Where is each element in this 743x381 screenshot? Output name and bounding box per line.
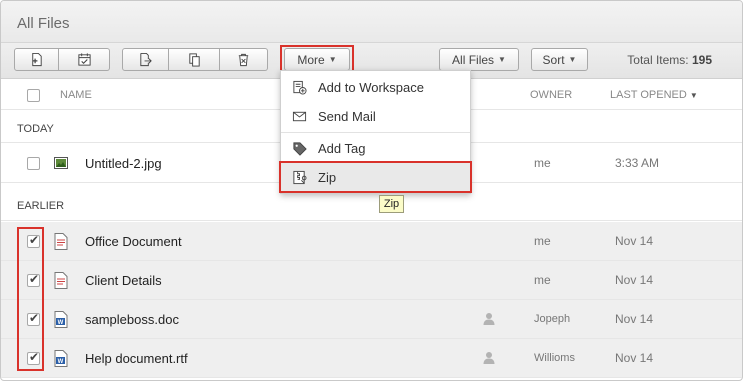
file-last-opened: 3:33 AM [615, 156, 660, 170]
section-today-label: TODAY [17, 123, 54, 135]
title-bar: All Files [1, 1, 742, 43]
menu-item-label: Send Mail [318, 109, 376, 124]
menu-item-label: Add to Workspace [318, 80, 424, 95]
sort-button-label: Sort [542, 52, 565, 67]
svg-text:W: W [58, 320, 64, 326]
select-all-checkbox[interactable] [27, 89, 40, 102]
copy-button[interactable] [169, 48, 220, 71]
move-button[interactable] [122, 48, 169, 71]
chevron-down-icon: ▼ [568, 55, 577, 64]
menu-item-label: Add Tag [318, 141, 366, 156]
add-to-workspace-icon [293, 80, 307, 95]
chevron-down-icon: ▼ [498, 55, 506, 64]
file-last-opened: Nov 14 [615, 351, 654, 365]
column-owner[interactable]: OWNER [530, 89, 572, 101]
file-name[interactable]: Office Document [85, 234, 182, 249]
column-name[interactable]: NAME [60, 89, 92, 101]
word-file-icon: W [54, 311, 68, 328]
shared-user-icon [483, 313, 495, 325]
file-name[interactable]: Client Details [85, 273, 162, 288]
section-earlier-label: EARLIER [17, 200, 65, 212]
tag-icon [293, 142, 307, 156]
file-owner: Jopeph [534, 313, 571, 325]
column-last-opened-label: LAST OPENED [610, 89, 687, 101]
scrollbar[interactable] [732, 110, 742, 380]
window-title: All Files [17, 15, 70, 32]
table-row[interactable]: Office Document me Nov 14 [1, 222, 742, 261]
new-document-icon [32, 52, 42, 67]
file-name[interactable]: sampleboss.doc [85, 312, 179, 327]
table-row[interactable]: W Help document.rtf Willioms Nov 14 [1, 339, 742, 378]
document-file-icon [54, 233, 68, 250]
trash-icon [238, 53, 249, 67]
schedule-button[interactable] [59, 48, 110, 71]
menu-divider [281, 132, 470, 133]
file-manager-window: All Files More ▼ All Files ▼ Sort ▼ Tota… [0, 0, 743, 381]
row-checkbox[interactable] [27, 157, 40, 170]
file-owner: me [534, 156, 551, 170]
new-document-button[interactable] [14, 48, 59, 71]
sort-button[interactable]: Sort ▼ [531, 48, 588, 71]
image-file-icon [54, 157, 68, 169]
table-row[interactable]: Client Details me Nov 14 [1, 261, 742, 300]
all-files-filter-label: All Files [452, 52, 495, 67]
file-last-opened: Nov 14 [615, 234, 654, 248]
column-last-opened[interactable]: LAST OPENED ▼ [610, 89, 698, 101]
menu-item-send-mail[interactable]: Send Mail [281, 102, 470, 131]
file-owner: me [534, 273, 551, 287]
file-owner: me [534, 234, 551, 248]
copy-icon [188, 53, 200, 67]
checked-rows-highlight [17, 227, 44, 371]
file-last-opened: Nov 14 [615, 312, 654, 326]
total-items: Total Items: 195 [627, 53, 712, 67]
zip-item-highlight [279, 161, 472, 193]
delete-button[interactable] [220, 48, 268, 71]
mail-icon [292, 111, 307, 122]
tooltip: Zip [379, 195, 404, 213]
file-owner: Willioms [534, 352, 575, 364]
all-files-filter[interactable]: All Files ▼ [439, 48, 519, 71]
move-file-icon [140, 52, 152, 67]
sort-desc-icon: ▼ [689, 91, 698, 100]
total-items-count: 195 [691, 53, 712, 67]
file-last-opened: Nov 14 [615, 273, 654, 287]
file-name[interactable]: Help document.rtf [85, 351, 188, 366]
document-file-icon [54, 272, 68, 289]
menu-item-add-to-workspace[interactable]: Add to Workspace [281, 73, 470, 102]
file-name[interactable]: Untitled-2.jpg [85, 156, 162, 171]
shared-user-icon [483, 352, 495, 364]
calendar-icon [77, 53, 91, 66]
menu-item-add-tag[interactable]: Add Tag [281, 134, 470, 163]
total-items-label: Total Items: [627, 53, 689, 67]
svg-text:W: W [58, 359, 64, 365]
table-row[interactable]: W sampleboss.doc Jopeph Nov 14 [1, 300, 742, 339]
word-file-icon: W [54, 350, 68, 367]
